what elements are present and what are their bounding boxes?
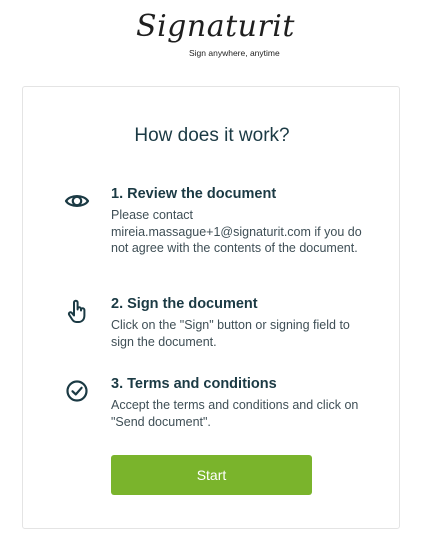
hand-pointer-icon — [63, 297, 91, 325]
page: Signaturit Sign anywhere, anytime How do… — [0, 0, 425, 550]
instructions-card: How does it work? 1. Review the document… — [22, 86, 400, 529]
step-description: Click on the "Sign" button or signing fi… — [111, 318, 350, 349]
step-description: Please contact mireia.massague+1@signatu… — [111, 208, 362, 255]
step-description: Accept the terms and conditions and clic… — [111, 398, 359, 429]
step-heading: 2. Sign the document — [111, 296, 258, 312]
card-title: How does it work? — [134, 125, 290, 146]
step-heading: 1. Review the document — [111, 186, 277, 202]
eye-icon — [63, 187, 91, 215]
brand-tagline: Sign anywhere, anytime — [189, 48, 280, 58]
step-heading: 3. Terms and conditions — [111, 376, 277, 392]
check-circle-icon — [63, 377, 91, 405]
brand-logo-wordmark: Signaturit — [136, 9, 295, 44]
start-button[interactable]: Start — [111, 455, 312, 495]
brand-logo: Signaturit Sign anywhere, anytime — [0, 8, 425, 70]
